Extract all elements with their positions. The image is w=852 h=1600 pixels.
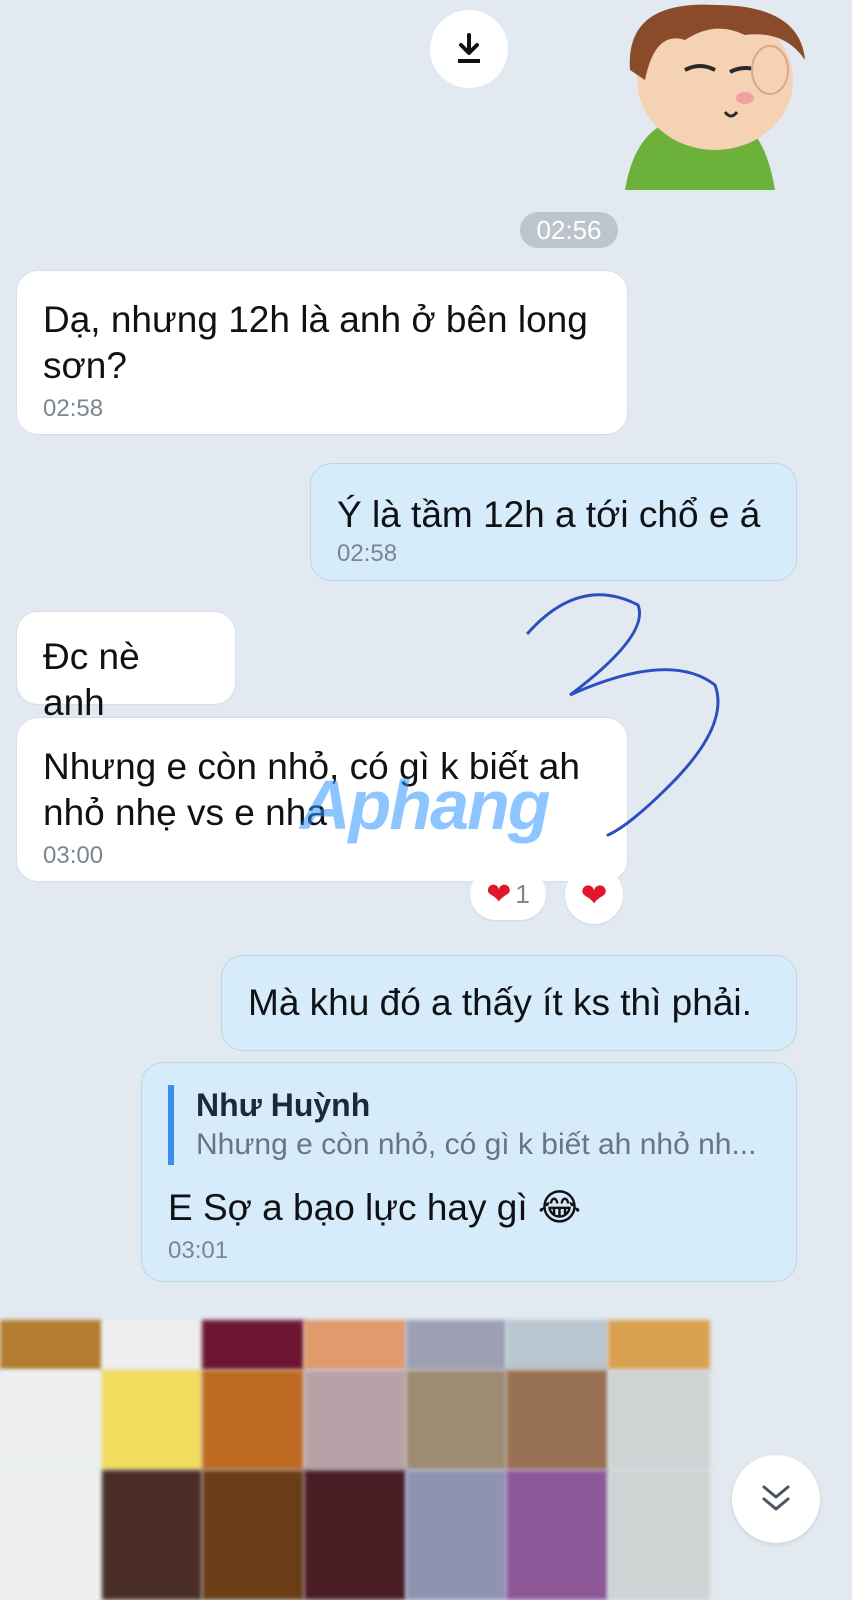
time-pill: 02:56 xyxy=(520,212,618,248)
message-time: 03:00 xyxy=(43,842,104,869)
scroll-to-bottom-button[interactable] xyxy=(732,1455,820,1543)
message-text: E Sợ a bạo lực hay gì 😂 xyxy=(168,1185,770,1231)
tears-of-joy-emoji: 😂 xyxy=(537,1187,582,1228)
cartoon-sticker[interactable] xyxy=(595,0,825,190)
react-heart-button[interactable]: ❤ xyxy=(565,866,623,924)
message-text-content: E Sợ a bạo lực hay gì xyxy=(168,1187,528,1228)
message-bubble-outgoing[interactable]: Mà khu đó a thấy ít ks thì phải. xyxy=(221,955,797,1051)
quoted-text: Nhưng e còn nhỏ, có gì k biết ah nhỏ nh.… xyxy=(196,1128,757,1161)
pixelated-image[interactable] xyxy=(0,1320,730,1600)
scribble-drawing xyxy=(526,593,720,837)
message-text: Ý là tầm 12h a tới chổ e á xyxy=(337,494,761,535)
heart-icon: ❤ xyxy=(486,877,512,911)
message-time: 02:58 xyxy=(43,395,104,422)
message-bubble-outgoing[interactable]: Ý là tầm 12h a tới chổ e á 02:58 xyxy=(310,463,797,581)
quoted-message[interactable]: Như Huỳnh Nhưng e còn nhỏ, có gì k biết … xyxy=(168,1085,770,1165)
message-text: Dạ, nhưng 12h là anh ở bên long sơn? xyxy=(43,299,588,386)
message-text: Đc nè anh xyxy=(43,636,140,723)
double-chevron-down-icon xyxy=(762,1485,790,1511)
message-bubble-incoming[interactable]: Đc nè anh xyxy=(16,611,236,723)
download-button[interactable] xyxy=(430,10,508,88)
download-icon xyxy=(458,33,480,63)
message-time: 02:58 xyxy=(337,540,398,567)
message-text: Mà khu đó a thấy ít ks thì phải. xyxy=(248,982,752,1023)
quoted-sender-name: Như Huỳnh xyxy=(196,1087,371,1123)
message-text: Nhưng e còn nhỏ, có gì k biết ah nhỏ nhẹ… xyxy=(43,746,580,833)
reaction-summary[interactable]: ❤ 1 xyxy=(470,868,546,920)
heart-icon: ❤ xyxy=(580,877,608,913)
message-time: 03:01 xyxy=(168,1237,229,1264)
message-bubble-incoming[interactable]: Dạ, nhưng 12h là anh ở bên long sơn? 02:… xyxy=(16,270,628,435)
message-bubble-outgoing-reply[interactable]: Như Huỳnh Nhưng e còn nhỏ, có gì k biết … xyxy=(141,1062,797,1282)
reaction-count: 1 xyxy=(515,878,530,909)
